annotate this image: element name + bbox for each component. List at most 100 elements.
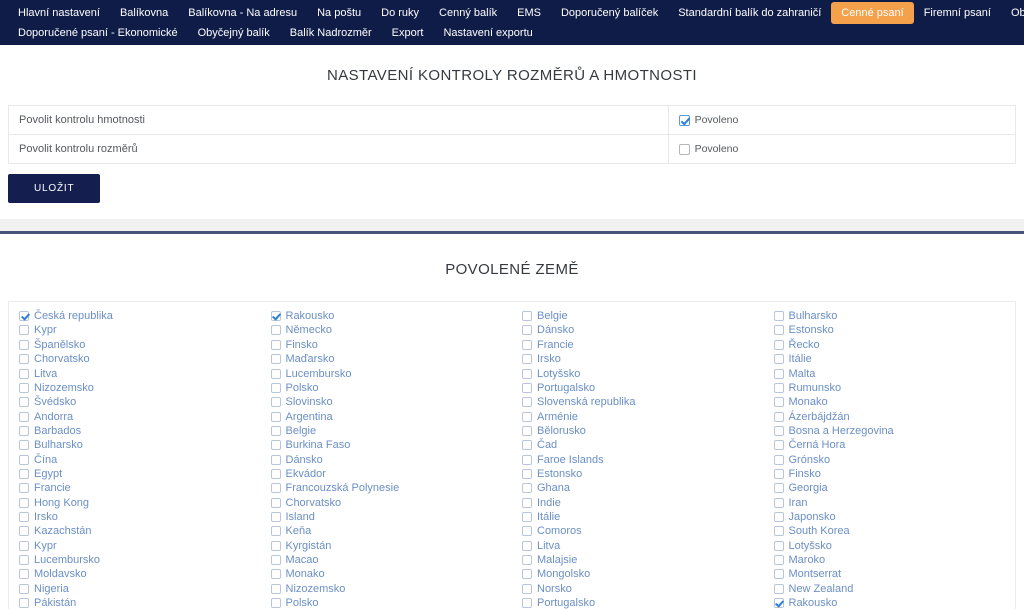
country-checkbox-item[interactable]: Rakousko bbox=[270, 309, 513, 323]
country-checkbox[interactable] bbox=[522, 468, 532, 479]
country-checkbox-item[interactable]: Japonsko bbox=[773, 510, 1016, 524]
nav-item-oby-ejn-psan[interactable]: Obyčejné psaní bbox=[1001, 3, 1024, 23]
country-checkbox[interactable] bbox=[773, 311, 784, 322]
nav-item-cenn-psan[interactable]: Cenné psaní bbox=[831, 2, 914, 24]
country-checkbox-item[interactable]: Portugalsko bbox=[522, 381, 764, 395]
country-checkbox[interactable] bbox=[270, 526, 281, 537]
nav-item-bal-k-nadrozm-r[interactable]: Balík Nadrozměr bbox=[280, 23, 382, 43]
country-checkbox-item[interactable]: Indie bbox=[522, 495, 764, 509]
country-checkbox[interactable] bbox=[270, 425, 281, 436]
country-checkbox-item[interactable]: Malajsie bbox=[522, 553, 764, 567]
country-checkbox-item[interactable]: Barbados bbox=[19, 424, 261, 438]
country-checkbox[interactable] bbox=[522, 411, 532, 422]
country-checkbox-item[interactable]: Německo bbox=[270, 323, 513, 337]
country-checkbox-item[interactable]: Argentina bbox=[270, 409, 513, 423]
country-checkbox[interactable] bbox=[19, 526, 29, 537]
nav-item-nastaven-exportu[interactable]: Nastavení exportu bbox=[433, 23, 542, 43]
country-checkbox-item[interactable]: Belgie bbox=[522, 309, 764, 323]
country-checkbox-item[interactable]: Ázerbájdžán bbox=[773, 409, 1016, 423]
country-checkbox[interactable] bbox=[522, 311, 532, 322]
country-checkbox[interactable] bbox=[19, 511, 29, 522]
country-checkbox-item[interactable]: Kypr bbox=[19, 538, 261, 552]
country-checkbox[interactable] bbox=[19, 397, 29, 408]
country-checkbox[interactable] bbox=[773, 382, 784, 393]
country-checkbox-item[interactable]: South Korea bbox=[773, 524, 1016, 538]
country-checkbox[interactable] bbox=[522, 339, 532, 350]
country-checkbox[interactable] bbox=[773, 540, 784, 551]
country-checkbox-item[interactable]: Egypt bbox=[19, 467, 261, 481]
country-checkbox[interactable] bbox=[270, 497, 281, 508]
nav-item-hlavn-nastaven[interactable]: Hlavní nastavení bbox=[8, 3, 110, 23]
country-checkbox[interactable] bbox=[773, 526, 784, 537]
country-checkbox-item[interactable]: New Zealand bbox=[773, 582, 1016, 596]
country-checkbox[interactable] bbox=[773, 511, 784, 522]
setting-checkbox[interactable] bbox=[678, 143, 690, 155]
nav-item-ems[interactable]: EMS bbox=[507, 3, 551, 23]
nav-item-bal-kovna-na-adresu[interactable]: Balíkovna - Na adresu bbox=[178, 3, 307, 23]
country-checkbox[interactable] bbox=[522, 325, 532, 336]
country-checkbox-item[interactable]: Portugalsko bbox=[522, 596, 764, 609]
country-checkbox-item[interactable]: Čad bbox=[522, 438, 764, 452]
country-checkbox-item[interactable]: Irsko bbox=[19, 510, 261, 524]
country-checkbox[interactable] bbox=[19, 497, 29, 508]
country-checkbox[interactable] bbox=[773, 468, 784, 479]
country-checkbox[interactable] bbox=[522, 483, 532, 494]
country-checkbox[interactable] bbox=[19, 454, 29, 465]
country-checkbox[interactable] bbox=[522, 583, 532, 594]
country-checkbox[interactable] bbox=[19, 382, 29, 393]
country-checkbox-item[interactable]: Iran bbox=[773, 495, 1016, 509]
country-checkbox[interactable] bbox=[19, 425, 29, 436]
country-checkbox-item[interactable]: Francie bbox=[19, 481, 261, 495]
country-checkbox[interactable] bbox=[270, 540, 281, 551]
country-checkbox[interactable] bbox=[19, 583, 29, 594]
country-checkbox-item[interactable]: Polsko bbox=[270, 596, 513, 609]
country-checkbox-item[interactable]: Řecko bbox=[773, 338, 1016, 352]
country-checkbox[interactable] bbox=[522, 526, 532, 537]
country-checkbox[interactable] bbox=[270, 397, 281, 408]
nav-item-bal-kovna[interactable]: Balíkovna bbox=[110, 3, 178, 23]
country-checkbox-item[interactable]: Kazachstán bbox=[19, 524, 261, 538]
nav-item-export[interactable]: Export bbox=[382, 23, 434, 43]
country-checkbox[interactable] bbox=[19, 554, 29, 565]
country-checkbox-item[interactable]: Francie bbox=[522, 338, 764, 352]
country-checkbox-item[interactable]: Polsko bbox=[270, 381, 513, 395]
country-checkbox[interactable] bbox=[270, 598, 281, 609]
country-checkbox[interactable] bbox=[773, 411, 784, 422]
nav-item-do-ruky[interactable]: Do ruky bbox=[371, 3, 429, 23]
country-checkbox[interactable] bbox=[19, 468, 29, 479]
country-checkbox[interactable] bbox=[270, 569, 281, 580]
country-checkbox-item[interactable]: Comoros bbox=[522, 524, 764, 538]
country-checkbox-item[interactable]: Bulharsko bbox=[19, 438, 261, 452]
country-checkbox[interactable] bbox=[270, 354, 281, 365]
setting-checkbox[interactable] bbox=[678, 114, 690, 126]
country-checkbox-item[interactable]: Georgia bbox=[773, 481, 1016, 495]
country-checkbox[interactable] bbox=[270, 311, 281, 322]
country-checkbox[interactable] bbox=[773, 397, 784, 408]
nav-item-doporu-en-psan-ekonomick[interactable]: Doporučené psaní - Ekonomické bbox=[8, 23, 188, 43]
country-checkbox[interactable] bbox=[773, 339, 784, 350]
country-checkbox-item[interactable]: Keňa bbox=[270, 524, 513, 538]
country-checkbox[interactable] bbox=[522, 368, 532, 379]
country-checkbox[interactable] bbox=[773, 497, 784, 508]
country-checkbox[interactable] bbox=[773, 598, 784, 609]
setting-toggle[interactable]: Povoleno bbox=[678, 143, 1005, 155]
country-checkbox-item[interactable]: Andorra bbox=[19, 409, 261, 423]
country-checkbox-item[interactable]: Lucembursko bbox=[19, 553, 261, 567]
country-checkbox[interactable] bbox=[522, 497, 532, 508]
country-checkbox-item[interactable]: Maroko bbox=[773, 553, 1016, 567]
country-checkbox-item[interactable]: Island bbox=[270, 510, 513, 524]
country-checkbox-item[interactable]: Nizozemsko bbox=[270, 582, 513, 596]
country-checkbox-item[interactable]: Černá Hora bbox=[773, 438, 1016, 452]
country-checkbox-item[interactable]: Lucembursko bbox=[270, 366, 513, 380]
country-checkbox[interactable] bbox=[773, 440, 784, 451]
country-checkbox-item[interactable]: Moldavsko bbox=[19, 567, 261, 581]
country-checkbox[interactable] bbox=[19, 598, 29, 609]
country-checkbox-item[interactable]: Lotyšsko bbox=[522, 366, 764, 380]
country-checkbox[interactable] bbox=[270, 511, 281, 522]
country-checkbox-item[interactable]: Grónsko bbox=[773, 452, 1016, 466]
country-checkbox-item[interactable]: Malta bbox=[773, 366, 1016, 380]
country-checkbox-item[interactable]: Pákistán bbox=[19, 596, 261, 609]
country-checkbox-item[interactable]: Estonsko bbox=[522, 467, 764, 481]
country-checkbox-item[interactable]: Finsko bbox=[270, 338, 513, 352]
country-checkbox[interactable] bbox=[19, 440, 29, 451]
